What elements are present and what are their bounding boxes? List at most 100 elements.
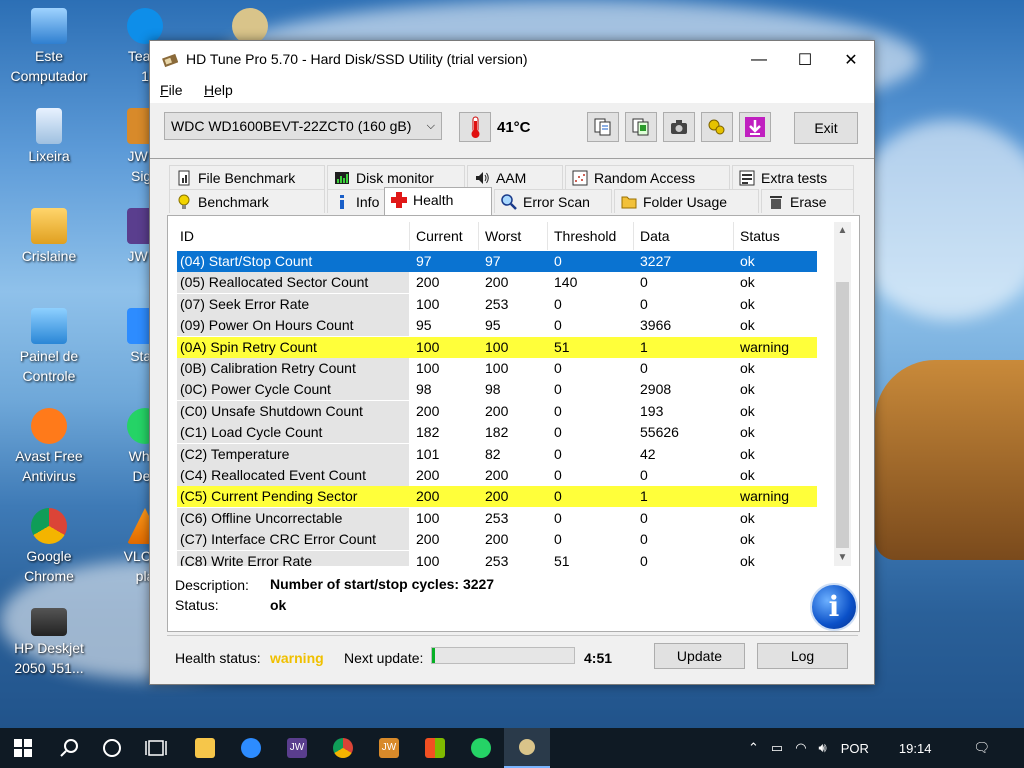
table-row[interactable]: (09) Power On Hours Count 95 95 0 3966 ok: [177, 315, 817, 337]
tab-extra-tests[interactable]: Extra tests: [732, 165, 854, 189]
tab-health[interactable]: Health: [384, 187, 492, 215]
table-row[interactable]: (C7) Interface CRC Error Count 200 200 0 0 ok: [177, 529, 817, 551]
copy-screen-button[interactable]: [625, 112, 657, 142]
exit-button[interactable]: Exit: [794, 112, 858, 144]
taskbar-jw-sign[interactable]: JW: [366, 728, 412, 768]
taskbar-jw-library[interactable]: JW: [274, 728, 320, 768]
table-row[interactable]: (07) Seek Error Rate 100 253 0 0 ok: [177, 293, 817, 315]
cell-current: 200: [416, 467, 440, 483]
taskbar-chrome[interactable]: [320, 728, 366, 768]
drive-select[interactable]: WDC WD1600BEVT-22ZCT0 (160 gB) ⌵: [164, 112, 442, 140]
table-row[interactable]: (0A) Spin Retry Count 100 100 51 1 warning: [177, 336, 817, 358]
task-view-button[interactable]: [133, 728, 179, 768]
cell-status: ok: [740, 381, 755, 398]
tab-benchmark[interactable]: Benchmark: [169, 189, 325, 213]
column-header-current[interactable]: Current: [416, 228, 463, 244]
taskbar-store[interactable]: [412, 728, 458, 768]
table-row[interactable]: (C2) Temperature 101 82 0 42 ok: [177, 443, 817, 465]
smart-table: ID Current Worst Threshold Data Status (…: [177, 222, 832, 566]
column-header-id[interactable]: ID: [180, 228, 194, 244]
cell-current: 200: [416, 531, 440, 548]
thermometer-button[interactable]: [459, 112, 491, 142]
copy-info-button[interactable]: [587, 112, 619, 142]
cell-worst: 253: [485, 509, 509, 526]
notifications-icon[interactable]: 🗨︎: [973, 740, 990, 756]
tab-folder-usage[interactable]: Folder Usage: [614, 189, 759, 213]
tab-error-scan[interactable]: Error Scan: [494, 189, 612, 213]
search-icon: [60, 739, 78, 757]
tab-erase[interactable]: Erase: [761, 189, 854, 213]
desktop-icon-printer[interactable]: HP Deskjet 2050 J51...: [4, 608, 94, 678]
table-row[interactable]: (C1) Load Cycle Count 182 182 0 55626 ok: [177, 422, 817, 444]
minimize-button[interactable]: —: [736, 41, 782, 79]
scroll-up-icon[interactable]: ▲: [834, 222, 851, 239]
table-row[interactable]: (C8) Write Error Rate 100 253 51 0 ok: [177, 550, 817, 566]
table-row[interactable]: (C6) Offline Uncorrectable 100 253 0 0 ok: [177, 507, 817, 529]
column-header-data[interactable]: Data: [640, 228, 670, 244]
table-row[interactable]: (0C) Power Cycle Count 98 98 0 2908 ok: [177, 379, 817, 401]
clock[interactable]: 19:14: [899, 741, 932, 756]
save-button[interactable]: [739, 112, 771, 142]
desktop-icon-chrome[interactable]: Google Chrome: [4, 508, 94, 586]
cell-current: 100: [416, 295, 440, 312]
toolbar: WDC WD1600BEVT-22ZCT0 (160 gB) ⌵ 41°C Ex…: [150, 103, 874, 158]
table-row[interactable]: (04) Start/Stop Count 97 97 0 3227 ok: [177, 251, 817, 272]
volume-icon[interactable]: 🔊︎: [819, 740, 827, 756]
language-indicator[interactable]: POR: [841, 741, 869, 756]
options-button[interactable]: [701, 112, 733, 142]
cell-status: ok: [740, 531, 755, 548]
chrome-icon: [333, 738, 353, 758]
screenshot-button[interactable]: [663, 112, 695, 142]
copy-info-icon: [594, 118, 611, 136]
menu-file[interactable]: File: [160, 82, 183, 98]
cell-id: (C2) Temperature: [177, 443, 409, 465]
show-hidden-icons-icon[interactable]: ⌃: [748, 740, 759, 756]
taskbar-hdtune[interactable]: [504, 728, 550, 768]
cortana-button[interactable]: [89, 728, 135, 768]
column-header-worst[interactable]: Worst: [485, 228, 521, 244]
table-row[interactable]: (05) Reallocated Sector Count 200 200 140 0 o…: [177, 272, 817, 294]
folder-icon: [621, 196, 637, 209]
tab-disk-monitor[interactable]: Disk monitor: [327, 165, 465, 189]
cortana-icon: [103, 739, 121, 757]
search-button[interactable]: [46, 728, 92, 768]
tab-random-access[interactable]: Random Access: [565, 165, 730, 189]
maximize-button[interactable]: ☐: [782, 41, 828, 79]
table-row[interactable]: (0B) Calibration Retry Count 100 100 0 0 ok: [177, 358, 817, 379]
vertical-scrollbar[interactable]: ▲ ▼: [834, 222, 851, 566]
scroll-down-icon[interactable]: ▼: [834, 549, 851, 566]
scrollbar-thumb[interactable]: [836, 282, 849, 548]
table-row[interactable]: (C5) Current Pending Sector 200 200 0 1 warni…: [177, 486, 817, 508]
desktop-icon-recycle-bin[interactable]: Lixeira: [4, 108, 94, 166]
cell-status: ok: [740, 317, 755, 334]
desktop-icon-avast[interactable]: Avast Free Antivirus: [4, 408, 94, 486]
update-button[interactable]: Update: [654, 643, 745, 669]
wifi-icon[interactable]: ◠: [795, 740, 806, 756]
desktop-icon-computer[interactable]: Este Computador: [4, 8, 94, 86]
table-row[interactable]: (C4) Reallocated Event Count 200 200 0 0 ok: [177, 465, 817, 486]
description-value: Number of start/stop cycles: 3227: [270, 576, 495, 592]
cell-current: 200: [416, 402, 440, 419]
log-button[interactable]: Log: [757, 643, 848, 669]
tab-label: Random Access: [594, 170, 696, 186]
column-header-threshold[interactable]: Threshold: [554, 228, 616, 244]
table-row[interactable]: (C0) Unsafe Shutdown Count 200 200 0 193 ok: [177, 400, 817, 422]
taskbar-file-explorer[interactable]: [182, 728, 228, 768]
title-bar[interactable]: HD Tune Pro 5.70 - Hard Disk/SSD Utility…: [150, 41, 874, 79]
cell-threshold: 0: [554, 381, 562, 398]
cell-status: ok: [740, 402, 755, 419]
cell-data: 0: [640, 467, 648, 483]
desktop-icon-control-panel[interactable]: Painel de Controle: [4, 308, 94, 386]
taskbar-zoom[interactable]: [228, 728, 274, 768]
cell-data: 2908: [640, 381, 672, 398]
info-icon[interactable]: i: [810, 583, 858, 631]
battery-icon[interactable]: ▭: [771, 740, 783, 756]
close-button[interactable]: ✕: [828, 41, 874, 79]
column-header-status[interactable]: Status: [740, 228, 780, 244]
tab-aam[interactable]: AAM: [467, 165, 563, 189]
start-button[interactable]: [0, 728, 46, 768]
desktop-icon-user-folder[interactable]: Crislaine: [4, 208, 94, 266]
tab-file-benchmark[interactable]: File Benchmark: [169, 165, 325, 189]
menu-help[interactable]: Help: [204, 82, 233, 98]
taskbar-whatsapp[interactable]: [458, 728, 504, 768]
